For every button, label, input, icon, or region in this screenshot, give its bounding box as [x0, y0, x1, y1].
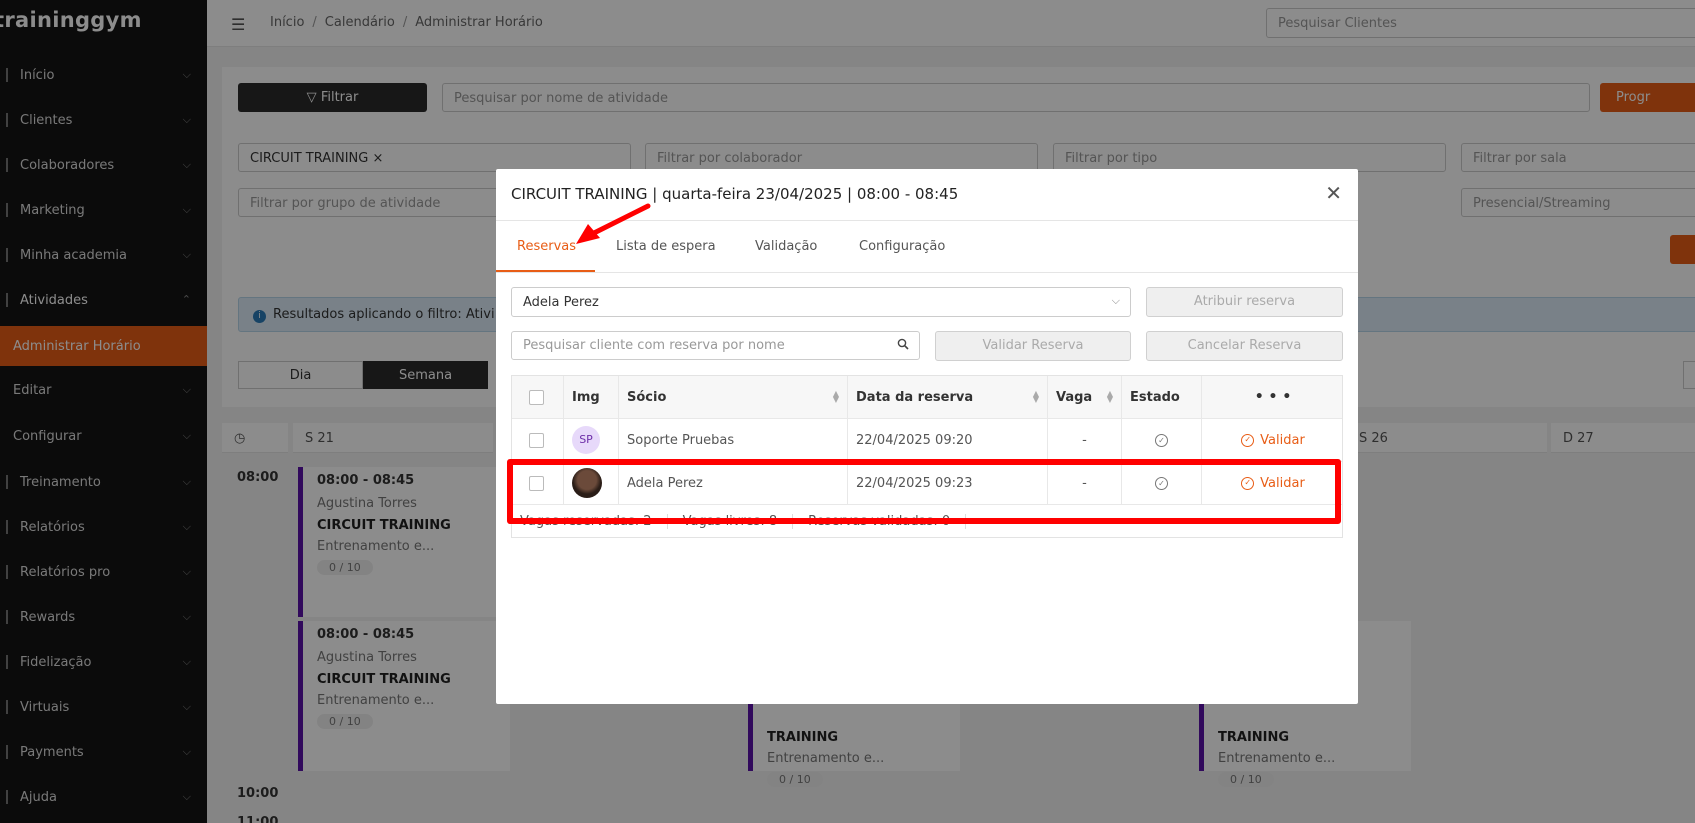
column-header-socio[interactable]: Sócio ▲ ▼ [619, 376, 848, 418]
client-select[interactable]: Adela Perez ⌵ [511, 287, 1131, 317]
sort-icon: ▲ ▼ [1032, 389, 1039, 404]
column-header-vaga[interactable]: Vaga ▲ ▼ [1048, 376, 1122, 418]
highlight-box [507, 459, 1341, 524]
modal-title: CIRCUIT TRAINING | quarta-feira 23/04/20… [511, 185, 959, 203]
search-icon [897, 338, 909, 350]
tab-reservas[interactable]: Reservas [517, 239, 576, 254]
close-icon[interactable]: ✕ [1325, 183, 1342, 203]
status-cell: ✓ [1122, 419, 1202, 461]
column-header-estado: Estado [1122, 376, 1202, 418]
table-header-row: Img Sócio ▲ ▼ Data da reserva ▲ ▼ Vaga ▲ ▼ Est… [512, 376, 1342, 419]
tab-configuracao[interactable]: Configuração [859, 239, 945, 254]
annotation-arrow [576, 203, 651, 244]
reservation-search-placeholder: Pesquisar cliente com reserva por nome [523, 338, 785, 353]
reservation-modal: CIRCUIT TRAINING | quarta-feira 23/04/20… [496, 169, 1358, 704]
validate-link-label: Validar [1260, 432, 1305, 448]
select-all-checkbox-cell [512, 376, 564, 418]
chevron-down-icon: ⌵ [1111, 294, 1120, 307]
avatar-cell: SP [564, 419, 619, 461]
column-header-data-label: Data da reserva [856, 389, 974, 405]
sort-icon: ▲ ▼ [1106, 389, 1113, 404]
check-circle-icon: ✓ [1241, 433, 1255, 447]
tab-validacao[interactable]: Validação [755, 239, 817, 254]
status-check-icon: ✓ [1155, 433, 1168, 447]
column-header-socio-label: Sócio [627, 389, 667, 405]
row-checkbox-cell [512, 419, 564, 461]
reservation-date: 22/04/2025 09:20 [848, 419, 1048, 461]
avatar: SP [572, 426, 600, 454]
select-all-checkbox[interactable] [529, 389, 544, 405]
validate-reservation-button[interactable]: Validar Reserva [935, 331, 1131, 361]
column-header-vaga-label: Vaga [1056, 389, 1093, 405]
table-row: SP Soporte Pruebas 22/04/2025 09:20 - ✓ … [512, 419, 1342, 462]
validate-link[interactable]: ✓ Validar [1202, 419, 1344, 461]
more-options-icon[interactable]: • • • [1202, 376, 1344, 418]
assign-reservation-button[interactable]: Atribuir reserva [1146, 287, 1343, 317]
client-select-value: Adela Perez [523, 295, 599, 310]
vaga-value: - [1048, 419, 1122, 461]
column-header-data[interactable]: Data da reserva ▲ ▼ [848, 376, 1048, 418]
cancel-reservation-button[interactable]: Cancelar Reserva [1146, 331, 1343, 361]
active-tab-indicator [496, 270, 595, 272]
row-checkbox[interactable] [529, 432, 544, 448]
column-header-img: Img [564, 376, 619, 418]
reservation-search-input[interactable]: Pesquisar cliente com reserva por nome [511, 331, 920, 360]
member-name: Soporte Pruebas [619, 419, 848, 461]
sort-icon: ▲ ▼ [832, 389, 839, 404]
